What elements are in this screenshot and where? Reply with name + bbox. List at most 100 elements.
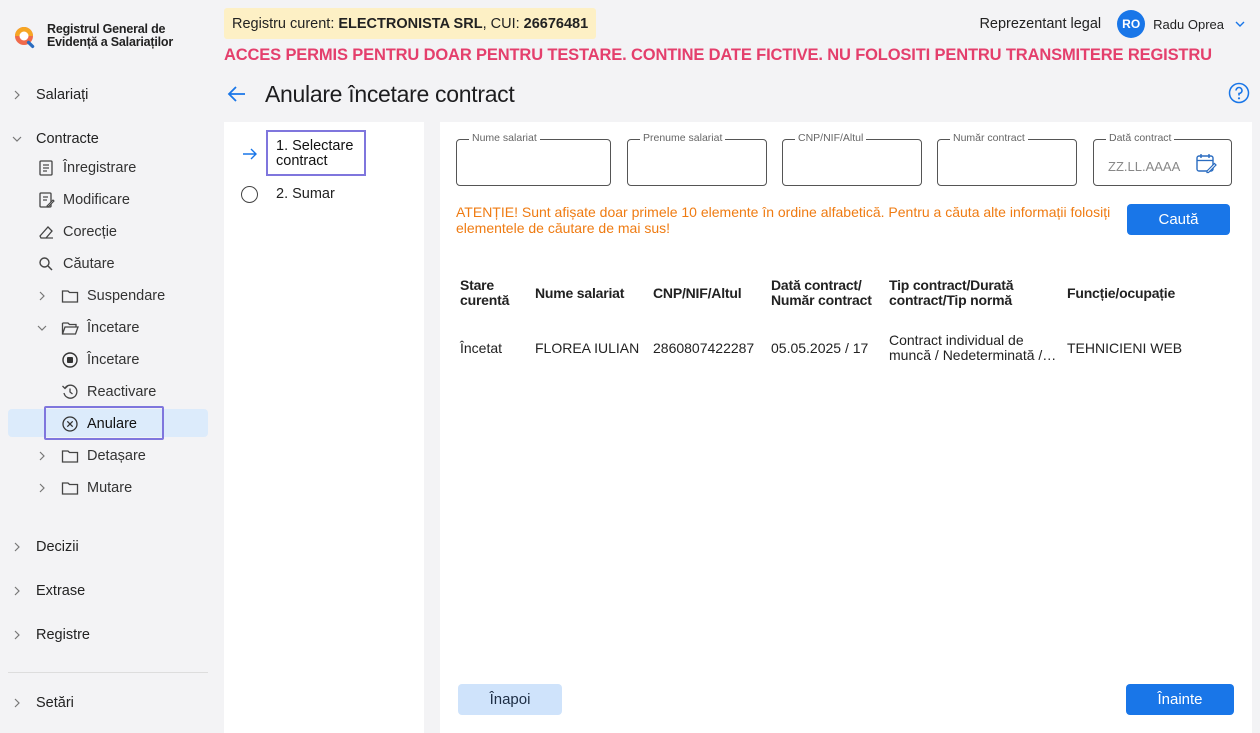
eraser-icon <box>37 223 55 241</box>
field-label: Prenume salariat <box>640 132 726 144</box>
step-sumar[interactable]: 2. Sumar <box>276 186 335 202</box>
registry-company: ELECTRONISTA SRL <box>338 15 483 32</box>
col-header-functie[interactable]: Funcție/ocupație <box>1063 270 1223 316</box>
numar-contract-field[interactable]: Număr contract <box>937 132 1077 186</box>
nav-label: Contracte <box>36 131 99 147</box>
document-edit-icon <box>37 191 55 209</box>
nav-corectie[interactable]: Corecție <box>37 223 117 241</box>
sidebar: Registrul General de Evidență a Salariaț… <box>0 0 216 733</box>
chevron-right-icon <box>37 483 47 493</box>
nav-label: Decizii <box>36 539 79 555</box>
cnp-input[interactable] <box>783 140 921 185</box>
nav-detasare[interactable]: Detașare <box>37 447 146 465</box>
nav-label: Modificare <box>63 192 130 208</box>
nume-salariat-input[interactable] <box>457 140 610 185</box>
calendar-edit-icon[interactable] <box>1195 152 1217 174</box>
field-label: Nume salariat <box>469 132 540 144</box>
chevron-right-icon <box>37 451 47 461</box>
nav-extrase[interactable]: Extrase <box>12 583 85 599</box>
nav-reactivare[interactable]: Reactivare <box>61 383 156 401</box>
app-title-line2: Evidență a Salariaților <box>47 35 174 49</box>
col-header-cnp[interactable]: CNP/NIF/Altul <box>649 270 767 316</box>
logo-icon <box>15 27 35 49</box>
cell-tip-text: Contract individual de muncă / Nedetermi… <box>889 333 1043 363</box>
help-icon[interactable] <box>1228 82 1250 104</box>
nav-label: Registre <box>36 627 90 643</box>
results-table: Stare curentă Nume salariat CNP/NIF/Altu… <box>456 270 1223 368</box>
nav-anulare[interactable]: Anulare <box>61 415 137 433</box>
table-row[interactable]: Încetat FLOREA IULIAN 2860807422287 05.0… <box>456 316 1223 368</box>
nav-modificare[interactable]: Modificare <box>37 191 130 209</box>
nav-label: Înregistrare <box>63 160 137 176</box>
nav-label: Căutare <box>63 256 115 272</box>
nav-contracte[interactable]: Contracte <box>12 131 99 147</box>
document-icon <box>37 159 55 177</box>
step-radio <box>241 186 258 203</box>
table-header-row: Stare curentă Nume salariat CNP/NIF/Altu… <box>456 270 1223 316</box>
nav-label: Corecție <box>63 224 117 240</box>
nume-salariat-field[interactable]: Nume salariat <box>456 132 611 186</box>
nav-label: Încetare <box>87 352 140 368</box>
nav-label: Detașare <box>87 448 146 464</box>
nav-incetare[interactable]: Încetare <box>61 351 139 369</box>
nav-suspendare[interactable]: Suspendare <box>37 287 165 305</box>
folder-icon <box>61 287 79 305</box>
nav-registre[interactable]: Registre <box>12 627 90 643</box>
cell-tip: Contract individual de muncă / Nedetermi… <box>885 316 1063 368</box>
current-registry-badge: Registru curent: ELECTRONISTA SRL , CUI:… <box>224 8 597 39</box>
close-circle-icon <box>61 415 79 433</box>
main-panel: Nume salariat Prenume salariat CNP/NIF/A… <box>440 122 1252 733</box>
nav-setari[interactable]: Setări <box>12 695 74 711</box>
col-header-nume[interactable]: Nume salariat <box>531 270 649 316</box>
nav-mutare[interactable]: Mutare <box>37 479 132 497</box>
nav-label: Extrase <box>36 583 86 599</box>
page-title: Anulare încetare contract <box>265 81 515 107</box>
nav-label: Mutare <box>87 480 133 496</box>
cell-cnp: 2860807422287 <box>653 339 755 356</box>
user-name: Radu Oprea <box>1153 16 1224 32</box>
nav-incetare-folder[interactable]: Încetare <box>37 319 139 337</box>
user-role: Reprezentant legal <box>979 16 1102 32</box>
user-menu[interactable]: Reprezentant legal RO Radu Oprea <box>979 10 1246 38</box>
cell-data: 05.05.2025 / 17 <box>771 339 869 356</box>
search-button[interactable]: Caută <box>1127 204 1230 235</box>
folder-open-icon <box>61 319 79 337</box>
prenume-salariat-input[interactable] <box>628 140 766 185</box>
chevron-right-icon <box>12 542 22 552</box>
chevron-right-icon <box>37 291 47 301</box>
nav-label: Salariați <box>36 87 89 103</box>
nav-label: Anulare <box>87 416 137 432</box>
field-label: CNP/NIF/Altul <box>795 132 867 144</box>
cell-functie: TEHNICIENI WEB <box>1067 339 1183 356</box>
col-header-stare[interactable]: Stare curentă <box>456 270 531 316</box>
nav-cautare[interactable]: Căutare <box>37 255 115 273</box>
search-icon <box>37 255 55 273</box>
registry-cui: 26676481 <box>523 15 589 32</box>
app-logo[interactable]: Registrul General de Evidență a Salariaț… <box>12 23 187 51</box>
history-icon <box>61 383 79 401</box>
cell-stare: Încetat <box>460 339 503 356</box>
back-button[interactable]: Înapoi <box>458 684 562 715</box>
next-button[interactable]: Înainte <box>1126 684 1234 715</box>
folder-icon <box>61 447 79 465</box>
nav-label: Setări <box>36 695 74 711</box>
chevron-down-icon <box>12 134 22 144</box>
cnp-field[interactable]: CNP/NIF/Altul <box>782 132 922 186</box>
data-contract-field[interactable]: Dată contract <box>1093 132 1232 186</box>
test-warning-banner: ACCES PERMIS PENTRU DOAR PENTRU TESTARE.… <box>224 46 1212 64</box>
nav-inregistrare[interactable]: Înregistrare <box>37 159 136 177</box>
chevron-right-icon <box>12 90 22 100</box>
cell-nume: FLOREA IULIAN <box>535 339 640 356</box>
col-header-tip[interactable]: Tip contract/Durată contract/Tip normă <box>885 270 1063 316</box>
numar-contract-input[interactable] <box>938 140 1076 185</box>
arrow-right-icon <box>242 147 258 161</box>
nav-decizii[interactable]: Decizii <box>12 539 79 555</box>
prenume-salariat-field[interactable]: Prenume salariat <box>627 132 767 186</box>
col-header-data[interactable]: Dată contract/ Număr contract <box>767 270 885 316</box>
nav-salariati[interactable]: Salariați <box>12 87 88 103</box>
results-limit-notice: ATENȚIE! Sunt afișate doar primele 10 el… <box>456 204 1111 236</box>
back-arrow-icon[interactable] <box>226 83 248 105</box>
field-label: Dată contract <box>1106 132 1175 144</box>
step-selectare-contract[interactable]: 1. Selectare contract <box>266 130 366 176</box>
registry-prefix: Registru curent: <box>232 15 335 32</box>
